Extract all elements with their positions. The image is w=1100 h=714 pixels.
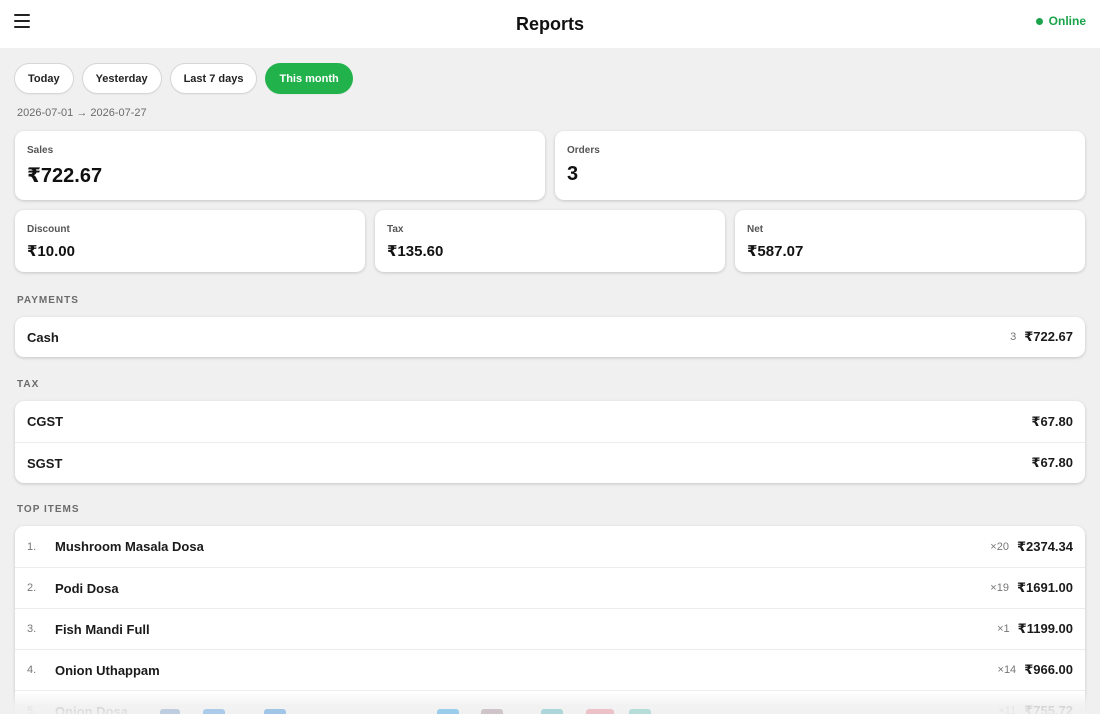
tax-name: CGST (27, 414, 64, 429)
item-quantity: ×14 (997, 664, 1017, 676)
dock-icon[interactable] (264, 709, 286, 714)
status-label: Online (1048, 14, 1086, 28)
payment-amount: ₹722.67 (1024, 329, 1073, 344)
top-item-row[interactable]: 2. Podi Dosa ×19 ₹1691.00 (15, 567, 1085, 608)
net-value: ₹587.07 (747, 243, 804, 260)
net-label: Net (747, 224, 764, 235)
dock-icon[interactable] (629, 709, 651, 714)
item-amount: ₹2374.34 (1016, 538, 1073, 554)
item-name: Mushroom Masala Dosa (55, 539, 204, 554)
item-quantity: ×19 (990, 582, 1009, 594)
sales-value: ₹722.67 (27, 165, 103, 187)
chip-this-month[interactable]: This month (265, 63, 353, 94)
payments-heading: PAYMENTS (17, 295, 79, 306)
date-filter-chips: Today Yesterday Last 7 days This month (14, 63, 353, 94)
tax-label: Tax (387, 224, 404, 235)
tax-row-cgst: CGST ₹67.80 (15, 401, 1085, 442)
item-name: Onion Uthappam (55, 662, 160, 678)
discount-label: Discount (27, 224, 70, 235)
top-item-row[interactable]: 3. Fish Mandi Full ×1 ₹1199.00 (15, 608, 1085, 649)
dock-icon[interactable] (160, 709, 180, 714)
payment-count: 3 (1010, 331, 1017, 343)
item-rank: 3. (27, 623, 37, 635)
item-name: Podi Dosa (55, 580, 119, 596)
hamburger-menu-icon[interactable] (14, 13, 30, 29)
tax-heading: TAX (17, 379, 40, 390)
discount-value: ₹10.00 (27, 243, 75, 260)
item-rank: 2. (27, 582, 37, 594)
payment-row-cash[interactable]: Cash 3 ₹722.67 (15, 317, 1085, 357)
top-items-heading: TOP ITEMS (17, 504, 80, 515)
item-quantity: ×1 (997, 623, 1010, 635)
item-name: Fish Mandi Full (55, 621, 150, 637)
chip-today[interactable]: Today (14, 63, 74, 94)
top-item-row[interactable]: 1. Mushroom Masala Dosa ×20 ₹2374.34 (15, 526, 1085, 567)
orders-card: Orders 3 (555, 131, 1085, 200)
tax-name: SGST (27, 455, 63, 471)
net-card: Net ₹587.07 (735, 210, 1085, 272)
item-amount: ₹1199.00 (1017, 621, 1073, 636)
dock-icon[interactable] (203, 709, 225, 714)
discount-card: Discount ₹10.00 (15, 210, 365, 272)
item-amount: ₹1691.00 (1016, 580, 1073, 595)
payments-list: Cash 3 ₹722.67 (15, 317, 1085, 357)
tax-value: ₹135.60 (387, 243, 444, 260)
page-title: Reports (515, 13, 584, 34)
dock-icon[interactable] (541, 709, 563, 714)
tax-amount: ₹67.80 (1031, 455, 1073, 470)
payment-method: Cash (27, 329, 59, 345)
sales-card: Sales ₹722.67 (15, 131, 545, 200)
chip-yesterday[interactable]: Yesterday (81, 63, 162, 94)
orders-value: 3 (567, 163, 579, 185)
item-quantity: ×20 (990, 540, 1009, 553)
top-item-row[interactable]: 4. Onion Uthappam ×14 ₹966.00 (15, 649, 1085, 690)
sales-label: Sales (27, 145, 54, 156)
item-rank: 4. (27, 664, 37, 676)
date-range: 2026-07-01 → 2026-07-27 (17, 107, 147, 119)
top-items-list: 1. Mushroom Masala Dosa ×20 ₹2374.34 2. … (15, 526, 1085, 714)
connection-status: Online (1035, 14, 1086, 28)
dock-edge (0, 709, 1100, 714)
item-rank: 1. (27, 540, 37, 553)
tax-row-sgst: SGST ₹67.80 (15, 442, 1085, 483)
dock-icon[interactable] (481, 709, 503, 714)
top-bar: Reports Online (0, 0, 1100, 48)
dock-icon[interactable] (437, 709, 459, 714)
tax-list: CGST ₹67.80 SGST ₹67.80 (15, 401, 1085, 483)
item-amount: ₹966.00 (1024, 662, 1073, 677)
status-dot-icon (1035, 17, 1043, 25)
chip-last-7-days[interactable]: Last 7 days (169, 63, 258, 94)
tax-amount: ₹67.80 (1031, 413, 1073, 429)
dock-icon[interactable] (586, 709, 614, 714)
orders-label: Orders (567, 145, 600, 156)
tax-card: Tax ₹135.60 (375, 210, 725, 272)
